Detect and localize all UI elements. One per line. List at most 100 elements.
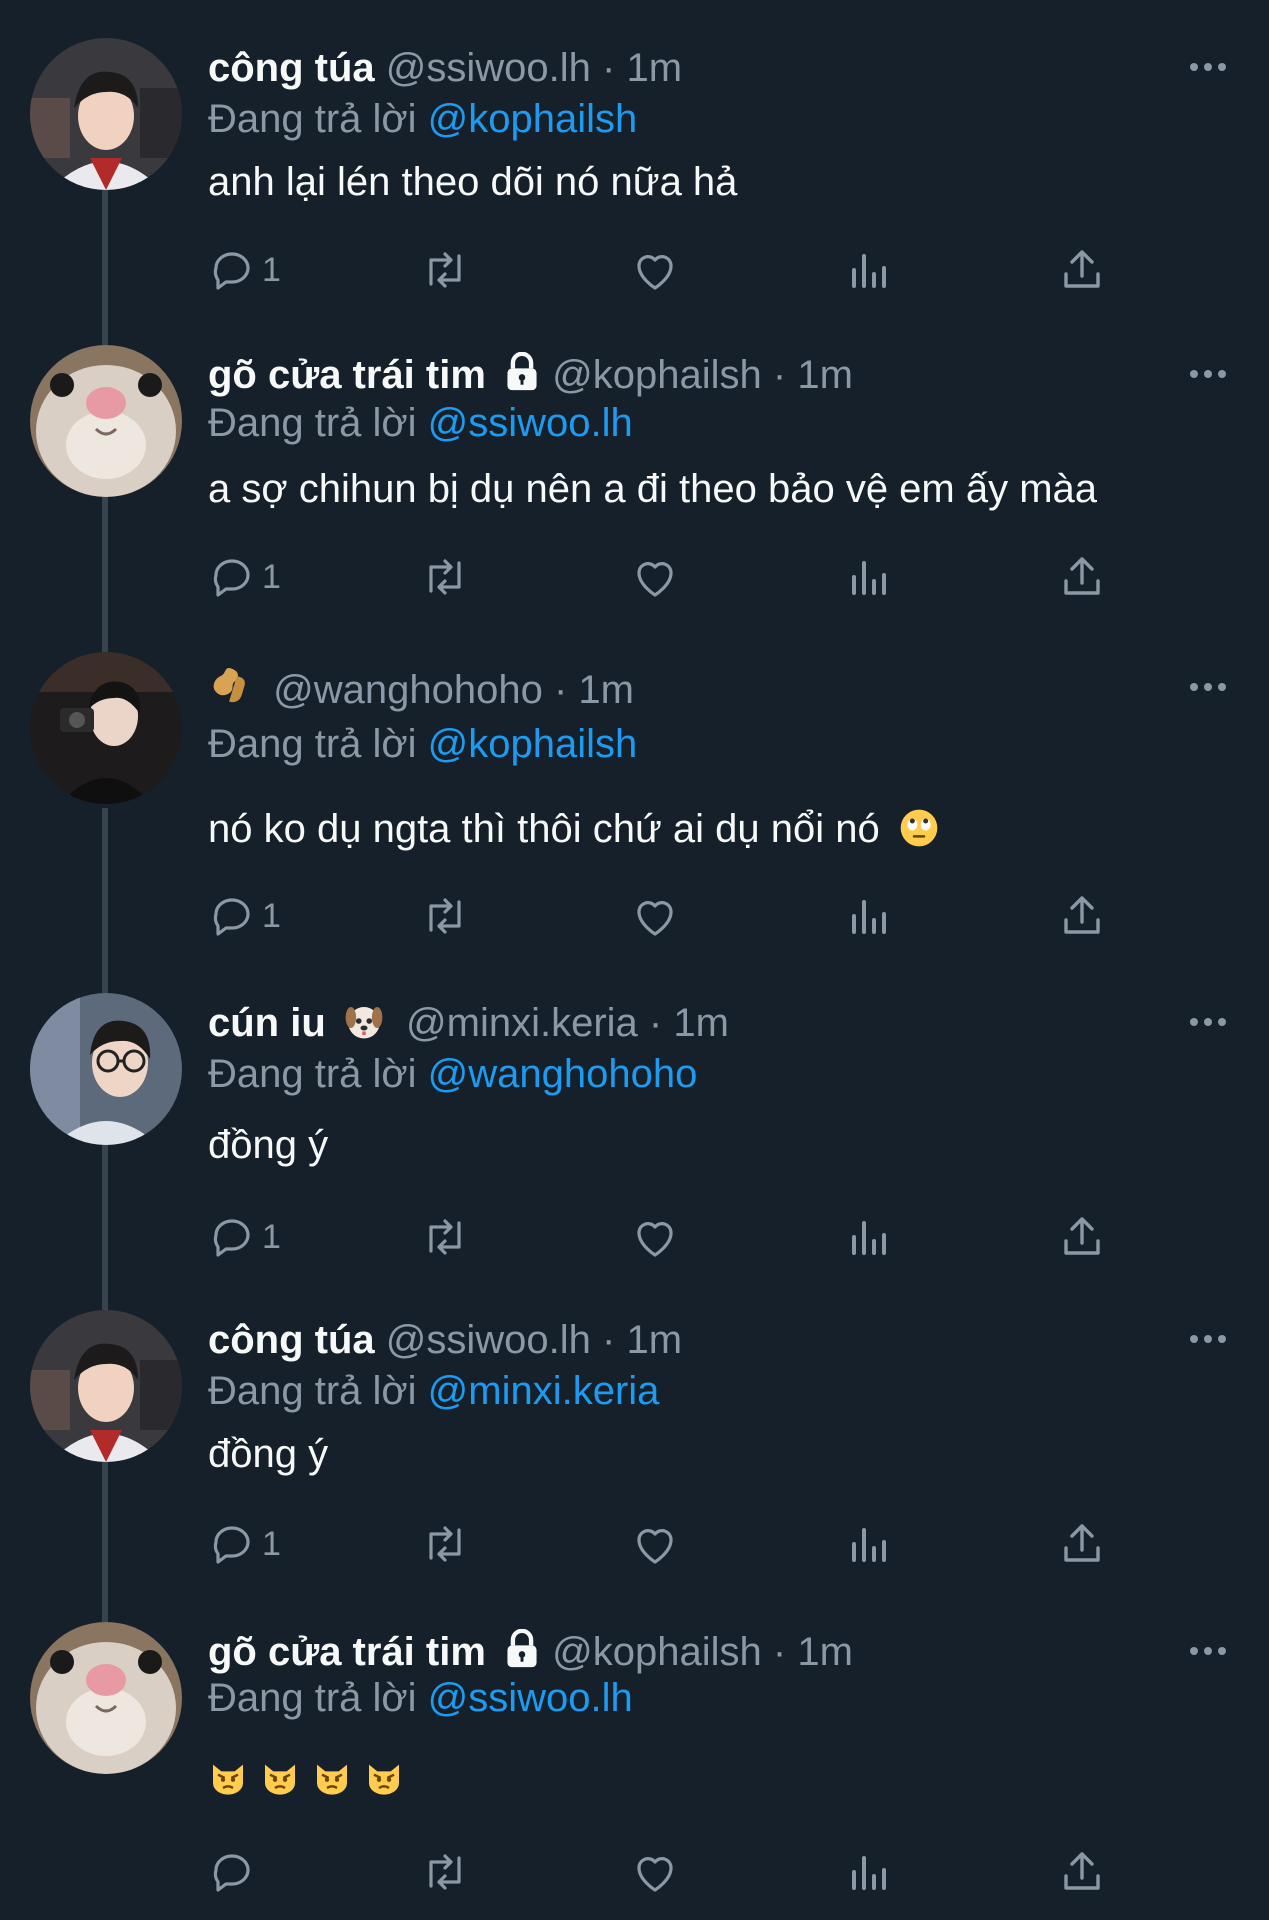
retweet-button[interactable] [418,242,472,298]
views-button[interactable] [848,549,892,605]
reply-button[interactable]: 1 [208,888,281,944]
like-button[interactable] [630,1844,680,1900]
replying-prefix: Đang trả lời [208,97,417,141]
share-button[interactable] [1058,1844,1106,1900]
retweet-icon [429,1526,461,1562]
reply-button[interactable] [208,1844,262,1900]
timestamp[interactable]: · 1m [602,1318,682,1362]
reply-count: 1 [262,250,281,289]
views-button[interactable] [848,1209,892,1265]
camera-person-avatar-icon[interactable] [30,652,182,804]
timestamp[interactable]: · 1m [602,46,682,90]
user-handle[interactable]: @ssiwoo.lh [386,46,591,90]
like-button[interactable] [630,1209,680,1265]
heart-icon [637,1857,673,1892]
user-handle[interactable]: @wanghohoho [273,668,543,712]
display-name[interactable]: công túa [208,46,375,90]
timestamp[interactable]: · 1m [773,1630,853,1674]
tweet-header: gõ cửa trái tim @kophailsh · 1m [208,1626,853,1678]
reply-button[interactable]: 1 [208,1209,281,1265]
action-bar: 1 [208,1209,1108,1269]
views-button[interactable] [848,242,892,298]
action-bar: 1 [208,549,1108,609]
reply-tweet[interactable]: cún iu @minxi.keria · 1m Đang trả lời @w… [0,993,1269,1273]
timestamp[interactable]: · 1m [649,1001,729,1045]
action-bar [208,1844,1108,1904]
hamster-avatar-icon[interactable] [30,345,182,497]
reply-icon [213,252,250,290]
retweet-button[interactable] [418,1516,472,1572]
person-avatar-icon[interactable] [30,38,182,190]
mention-link[interactable]: @minxi.keria [428,1369,660,1413]
like-button[interactable] [630,242,680,298]
analytics-icon [852,561,886,595]
reply-icon [213,559,250,597]
share-button[interactable] [1058,888,1106,944]
tweet-header: @wanghohoho · 1m [208,664,634,716]
like-button[interactable] [630,1516,680,1572]
share-button[interactable] [1058,1209,1106,1265]
timestamp[interactable]: · 1m [773,353,853,397]
mention-link[interactable]: @wanghohoho [428,1052,698,1096]
mention-link[interactable]: @kophailsh [428,722,638,766]
more-options-icon[interactable] [1188,672,1228,702]
more-options-icon[interactable] [1188,1007,1228,1037]
tweet-header: công túa @ssiwoo.lh · 1m [208,42,682,94]
replying-to: Đang trả lời @ssiwoo.lh [208,1672,633,1724]
like-button[interactable] [630,888,680,944]
share-button[interactable] [1058,549,1106,605]
person-avatar-icon[interactable] [30,1310,182,1462]
views-button[interactable] [848,1516,892,1572]
mention-link[interactable]: @kophailsh [428,97,638,141]
reply-button[interactable]: 1 [208,1516,281,1572]
views-button[interactable] [848,1844,892,1900]
retweet-button[interactable] [418,888,472,944]
reply-button[interactable]: 1 [208,242,281,298]
more-options-icon[interactable] [1188,52,1228,82]
pouting-cat-emoji [213,1764,243,1795]
user-handle[interactable]: @minxi.keria [406,1001,638,1045]
retweet-button[interactable] [418,1209,472,1265]
replying-prefix: Đang trả lời [208,1676,417,1720]
reply-tweet[interactable]: gõ cửa trái tim @kophailsh · 1m Đang trả… [0,345,1269,615]
display-name[interactable]: công túa [208,1318,375,1362]
reply-tweet[interactable]: công túa @ssiwoo.lh · 1m Đang trả lời @m… [0,1310,1269,1580]
retweet-button[interactable] [418,549,472,605]
share-icon [1064,896,1100,934]
retweet-button[interactable] [418,1844,472,1900]
more-options-icon[interactable] [1188,1636,1228,1666]
hamster-avatar-icon[interactable] [30,1622,182,1774]
glasses-person-avatar-icon[interactable] [30,993,182,1145]
like-button[interactable] [630,549,680,605]
timestamp[interactable]: · 1m [554,668,634,712]
share-button[interactable] [1058,1516,1106,1572]
reply-icon [213,1526,250,1564]
user-handle[interactable]: @kophailsh [552,353,762,397]
display-name[interactable]: gõ cửa trái tim [208,353,486,397]
reply-count: 1 [262,1217,281,1256]
reply-tweet[interactable]: gõ cửa trái tim @kophailsh · 1m Đang trả… [0,1622,1269,1912]
pouting-cat-emoji [265,1764,295,1795]
share-button[interactable] [1058,242,1106,298]
tweet-header: cún iu @minxi.keria · 1m [208,997,729,1049]
user-handle[interactable]: @kophailsh [552,1630,762,1674]
display-name[interactable]: cún iu [208,1001,326,1045]
heart-icon [637,901,673,936]
mention-link[interactable]: @ssiwoo.lh [428,1676,633,1720]
analytics-icon [852,1856,886,1890]
reply-tweet[interactable]: @wanghohoho · 1m Đang trả lời @kophailsh… [0,652,1269,952]
reply-button[interactable]: 1 [208,549,281,605]
tweet-header: gõ cửa trái tim @kophailsh · 1m [208,349,853,401]
tweet-text: nó ko dụ ngta thì thôi chứ ai dụ nổi nó [208,807,880,851]
replying-prefix: Đang trả lời [208,1369,417,1413]
user-handle[interactable]: @ssiwoo.lh [386,1318,591,1362]
display-name[interactable]: gõ cửa trái tim [208,1630,486,1674]
more-options-icon[interactable] [1188,359,1228,389]
heart-icon [637,255,673,290]
views-button[interactable] [848,888,892,944]
pouting-cat-emoji [369,1764,399,1795]
mention-link[interactable]: @ssiwoo.lh [428,401,633,445]
analytics-icon [852,254,886,288]
reply-tweet[interactable]: công túa @ssiwoo.lh · 1m Đang trả lời @k… [0,38,1269,308]
more-options-icon[interactable] [1188,1324,1228,1354]
